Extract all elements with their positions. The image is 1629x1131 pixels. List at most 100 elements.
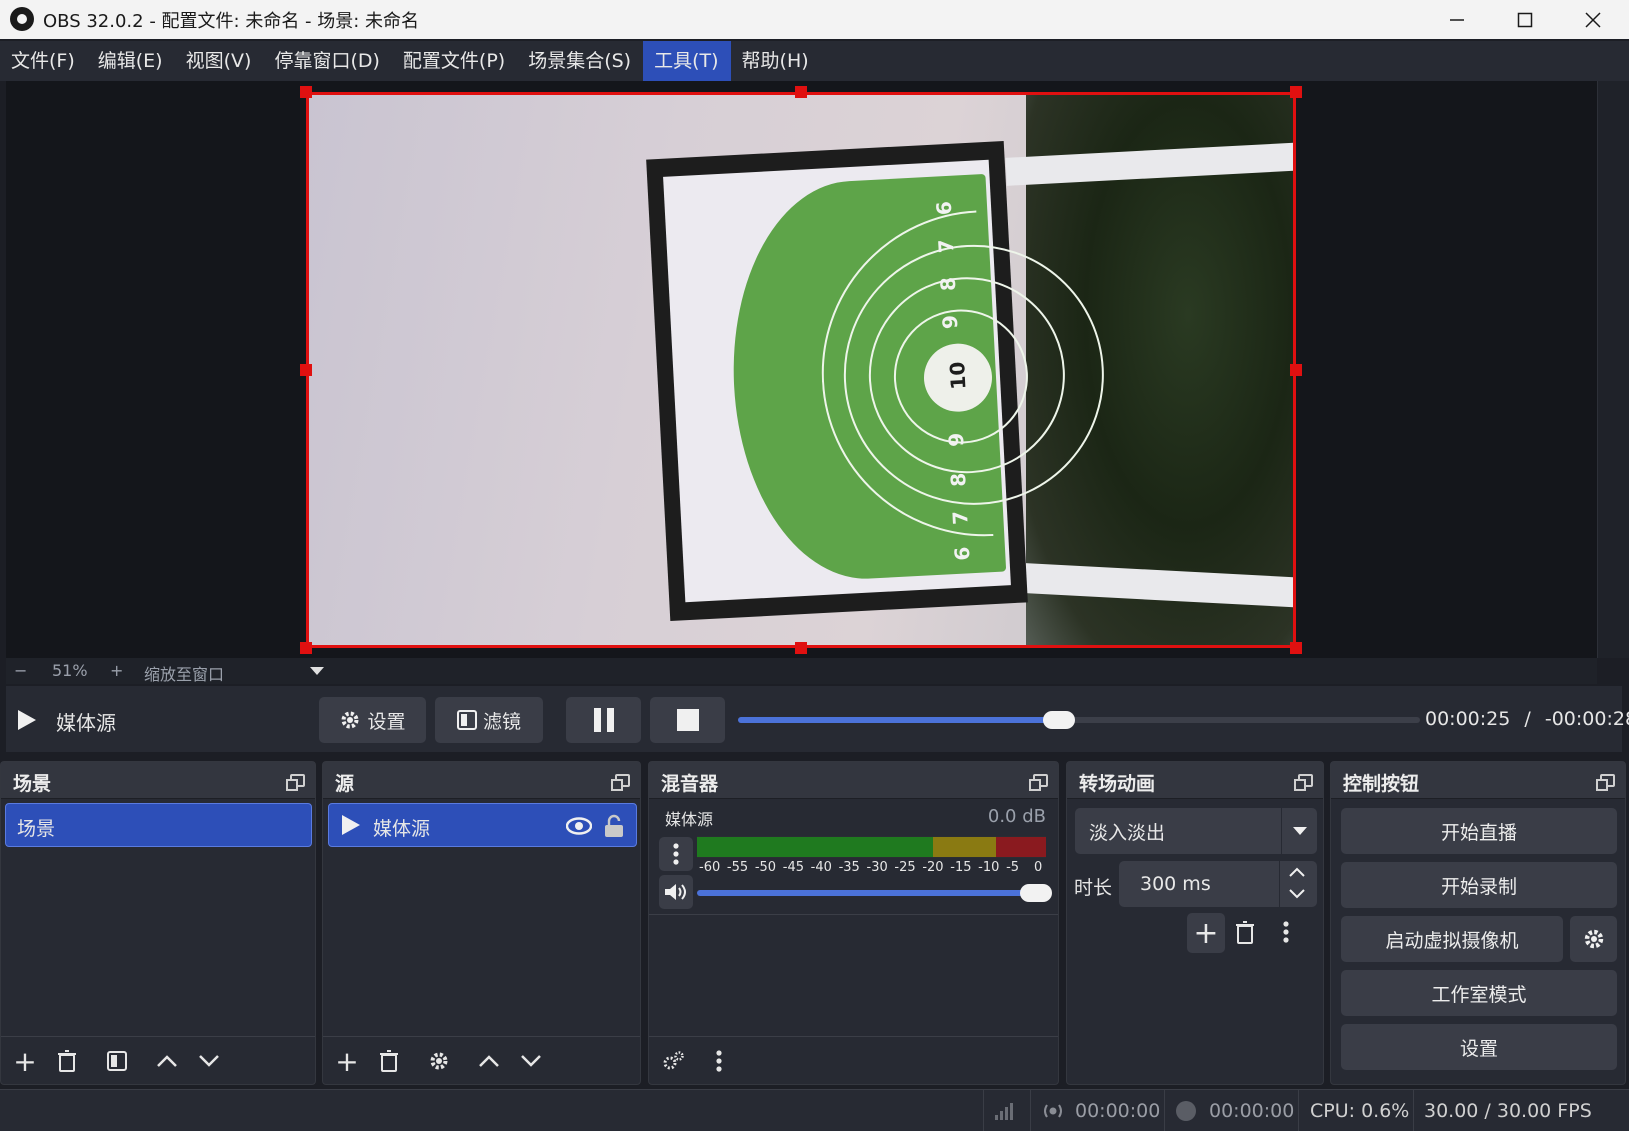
- meter-tick-label: -10: [978, 860, 1000, 875]
- media-source-name: 媒体源: [56, 711, 116, 735]
- play-icon[interactable]: [16, 708, 38, 737]
- dock-title: 控制按钮: [1343, 773, 1420, 795]
- menu-tools[interactable]: 工具(T): [643, 41, 731, 81]
- zoom-toolbar: − 51% + 缩放至窗口: [6, 658, 1597, 684]
- target-board: 10 6 7 8 9 9 8 7 6: [646, 140, 1028, 622]
- volume-slider[interactable]: [697, 890, 1046, 896]
- add-transition-button[interactable]: +: [1187, 913, 1225, 953]
- volume-meter: [697, 836, 1046, 858]
- sources-dock: 源 媒体源 +: [322, 761, 641, 1085]
- media-settings-button[interactable]: 设置: [319, 697, 426, 743]
- mixer-menu-button[interactable]: [659, 837, 693, 871]
- chevron-up-icon: [1289, 867, 1305, 877]
- minimize-button[interactable]: [1423, 0, 1491, 39]
- menu-docks[interactable]: 停靠窗口(D): [263, 41, 391, 81]
- media-time: 00:00:25 / -00:00:28: [1425, 708, 1629, 730]
- move-down-icon[interactable]: [517, 1047, 545, 1075]
- start-streaming-button[interactable]: 开始直播: [1341, 808, 1617, 854]
- zoom-dropdown-icon[interactable]: [310, 667, 324, 675]
- studio-mode-button[interactable]: 工作室模式: [1341, 970, 1617, 1016]
- stop-button[interactable]: [650, 697, 725, 743]
- more-icon[interactable]: [705, 1047, 733, 1075]
- window-title: OBS 32.0.2 - 配置文件: 未命名 - 场景: 未命名: [43, 11, 420, 32]
- start-virtual-camera-button[interactable]: 启动虚拟摄像机: [1341, 916, 1563, 962]
- signal-icon: [995, 1103, 1013, 1120]
- title-bar: OBS 32.0.2 - 配置文件: 未命名 - 场景: 未命名: [0, 0, 1629, 39]
- menu-help[interactable]: 帮助(H): [731, 41, 821, 81]
- resize-handle[interactable]: [1290, 86, 1302, 98]
- record-icon: [1176, 1101, 1196, 1121]
- resize-handle[interactable]: [795, 86, 807, 98]
- media-seek-bar[interactable]: [738, 717, 1420, 723]
- advanced-audio-icon[interactable]: [659, 1047, 687, 1075]
- duration-label: 时长: [1074, 877, 1113, 899]
- preview-scrollbar[interactable]: [1597, 81, 1629, 658]
- trash-icon[interactable]: [1235, 920, 1255, 949]
- scene-item[interactable]: 场景: [5, 803, 312, 847]
- source-item[interactable]: 媒体源: [328, 803, 637, 847]
- resize-handle[interactable]: [1290, 642, 1302, 654]
- transitions-dock: 转场动画 淡入淡出 时长 300 ms +: [1066, 761, 1324, 1085]
- undock-icon[interactable]: [1596, 774, 1615, 791]
- chevron-down-icon: [1289, 889, 1305, 899]
- menu-scene-collection[interactable]: 场景集合(S): [517, 41, 643, 81]
- start-recording-button[interactable]: 开始录制: [1341, 862, 1617, 908]
- menu-view[interactable]: 视图(V): [175, 41, 264, 81]
- record-time: 00:00:00: [1209, 1100, 1295, 1122]
- media-seek-progress: [738, 717, 1059, 723]
- filter-icon[interactable]: [103, 1047, 131, 1075]
- maximize-button[interactable]: [1491, 0, 1559, 39]
- duration-spinbox[interactable]: 300 ms: [1119, 861, 1317, 907]
- add-icon: +: [1193, 915, 1219, 951]
- move-up-icon[interactable]: [475, 1047, 503, 1075]
- dock-title: 混音器: [661, 773, 719, 795]
- media-remaining: -00:00:28: [1544, 708, 1629, 730]
- preview-canvas[interactable]: 10 6 7 8 9 9 8 7 6: [306, 92, 1296, 648]
- zoom-in-button[interactable]: +: [110, 661, 123, 680]
- obs-logo-icon: [10, 7, 34, 31]
- eye-icon: [566, 817, 592, 835]
- gear-icon: [341, 711, 359, 729]
- zoom-out-button[interactable]: −: [14, 661, 27, 680]
- add-icon[interactable]: +: [333, 1045, 361, 1078]
- meter-scale: -60 -55 -50 -45 -40 -35 -30 -25 -20 -15 -10 -5 0: [697, 860, 1046, 876]
- undock-icon[interactable]: [611, 774, 630, 791]
- meter-tick-label: 0: [1034, 860, 1043, 875]
- move-up-icon[interactable]: [153, 1047, 181, 1075]
- volume-slider-handle[interactable]: [1020, 884, 1052, 902]
- gear-icon[interactable]: [425, 1047, 453, 1075]
- menu-edit[interactable]: 编辑(E): [87, 41, 175, 81]
- media-filters-button[interactable]: 滤镜: [435, 697, 543, 743]
- undock-icon[interactable]: [286, 774, 305, 791]
- speaker-icon: [665, 884, 686, 900]
- undock-icon[interactable]: [1294, 774, 1313, 791]
- settings-button[interactable]: 设置: [1341, 1024, 1617, 1070]
- menu-profile[interactable]: 配置文件(P): [392, 41, 517, 81]
- media-seek-handle[interactable]: [1042, 711, 1075, 729]
- resize-handle[interactable]: [795, 642, 807, 654]
- trash-icon[interactable]: [53, 1047, 81, 1075]
- pause-button[interactable]: [566, 697, 641, 743]
- virtual-camera-settings-button[interactable]: [1570, 916, 1617, 962]
- resize-handle[interactable]: [1290, 364, 1302, 376]
- status-bar: 00:00:00 00:00:00 CPU: 0.6% 30.00 / 30.0…: [0, 1089, 1629, 1131]
- undock-icon[interactable]: [1029, 774, 1048, 791]
- meter-tick-label: -25: [894, 860, 916, 875]
- mute-button[interactable]: [659, 875, 693, 909]
- trash-icon[interactable]: [375, 1047, 403, 1075]
- transition-select[interactable]: 淡入淡出: [1075, 808, 1317, 854]
- add-icon[interactable]: +: [11, 1045, 39, 1078]
- meter-tick-label: -5: [1006, 860, 1020, 875]
- mixer-level: 0.0 dB: [987, 806, 1046, 827]
- resize-handle[interactable]: [300, 642, 312, 654]
- resize-handle[interactable]: [300, 364, 312, 376]
- meter-tick-label: -30: [866, 860, 888, 875]
- more-icon[interactable]: [1283, 921, 1289, 948]
- minimize-icon: [1450, 18, 1464, 21]
- menu-file[interactable]: 文件(F): [0, 41, 87, 81]
- move-down-icon[interactable]: [195, 1047, 223, 1075]
- close-button[interactable]: [1559, 0, 1627, 39]
- resize-handle[interactable]: [300, 86, 312, 98]
- zoom-mode-select[interactable]: 缩放至窗口: [144, 661, 224, 685]
- meter-tick-label: -50: [754, 860, 777, 875]
